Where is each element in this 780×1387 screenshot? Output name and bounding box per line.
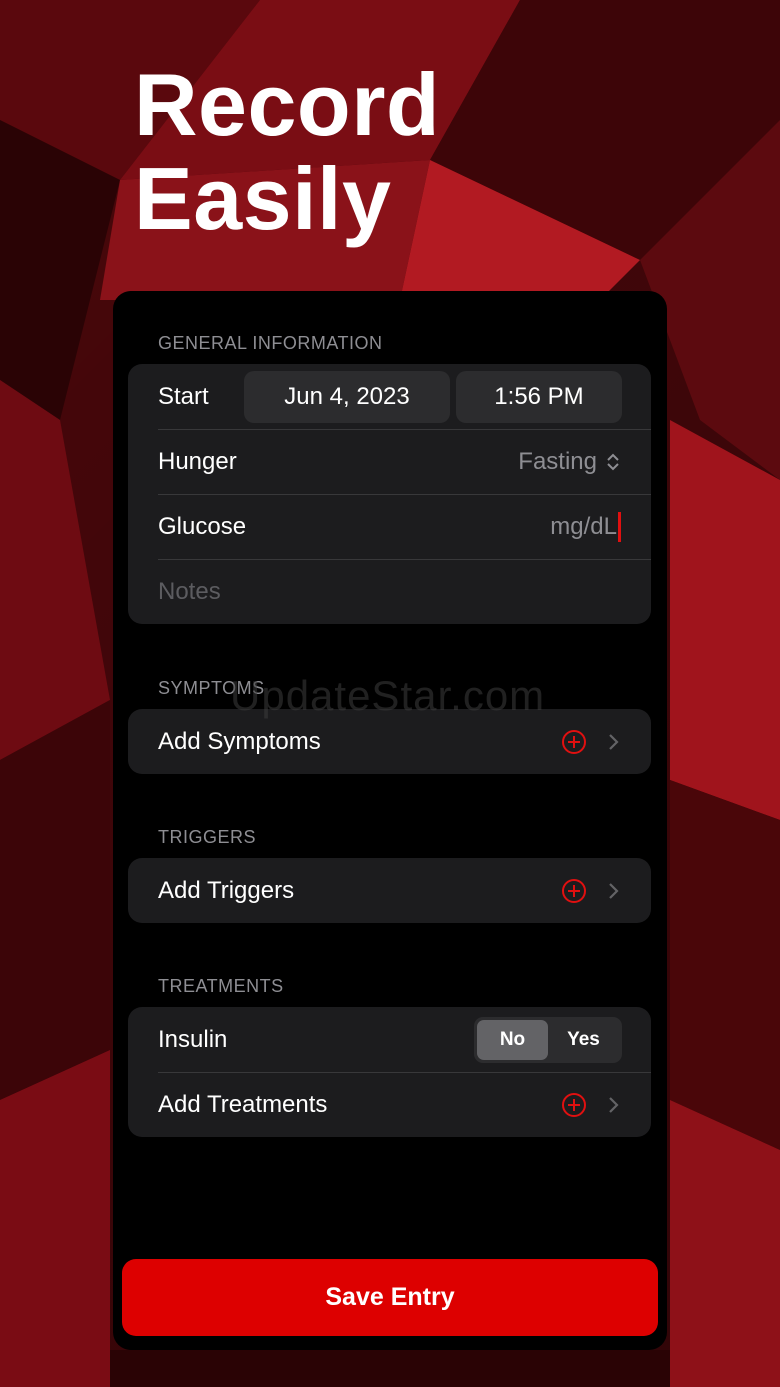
add-treatments-label: Add Treatments	[158, 1090, 328, 1118]
triggers-group: Add Triggers	[128, 858, 651, 923]
glucose-input[interactable]: mg/dL	[550, 511, 621, 542]
start-label: Start	[158, 382, 209, 410]
hunger-value: Fasting	[518, 447, 597, 475]
add-symptoms-label: Add Symptoms	[158, 727, 321, 755]
plus-circle-icon[interactable]	[561, 878, 587, 904]
insulin-option-no[interactable]: No	[477, 1019, 548, 1060]
glucose-row[interactable]: Glucose mg/dL	[128, 494, 651, 559]
watermark: UpdateStar.com	[230, 672, 546, 719]
insulin-segmented-control[interactable]: No Yes	[474, 1016, 622, 1063]
glucose-placeholder: mg/dL	[550, 512, 617, 540]
hunger-label: Hunger	[158, 447, 237, 475]
notes-placeholder: Notes	[158, 577, 221, 605]
add-triggers-row[interactable]: Add Triggers	[128, 858, 651, 923]
start-date-picker[interactable]: Jun 4, 2023	[244, 370, 450, 423]
notes-field[interactable]: Notes	[128, 559, 651, 624]
chevron-right-icon	[609, 1096, 619, 1113]
insulin-option-yes[interactable]: Yes	[548, 1020, 619, 1060]
start-time-picker[interactable]: 1:56 PM	[456, 370, 622, 423]
start-row: Start Jun 4, 2023 1:56 PM	[128, 364, 651, 429]
text-cursor	[618, 511, 621, 542]
plus-circle-icon[interactable]	[561, 729, 587, 755]
insulin-label: Insulin	[158, 1025, 228, 1053]
chevron-up-down-icon	[607, 453, 619, 470]
chevron-right-icon	[609, 733, 619, 750]
entry-form-screen: GENERAL INFORMATION Start Jun 4, 2023 1:…	[113, 291, 667, 1350]
section-header-triggers: TRIGGERS	[158, 827, 257, 847]
headline-line-2: Easily	[134, 149, 392, 248]
glucose-label: Glucose	[158, 512, 247, 540]
chevron-right-icon	[609, 882, 619, 899]
headline-line-1: Record	[134, 55, 441, 154]
headline: Record Easily	[134, 58, 440, 246]
plus-circle-icon[interactable]	[561, 1092, 587, 1118]
hunger-picker[interactable]: Fasting	[518, 448, 621, 476]
save-entry-button[interactable]: Save Entry	[122, 1259, 658, 1336]
section-header-general: GENERAL INFORMATION	[158, 333, 383, 353]
add-treatments-row[interactable]: Add Treatments	[128, 1072, 651, 1137]
hunger-row[interactable]: Hunger Fasting	[128, 429, 651, 494]
add-triggers-label: Add Triggers	[158, 876, 295, 904]
treatments-group: Insulin No Yes Add Treatments	[128, 1007, 651, 1137]
section-header-treatments: TREATMENTS	[158, 976, 284, 996]
insulin-row: Insulin No Yes	[128, 1007, 651, 1072]
general-information-group: Start Jun 4, 2023 1:56 PM Hunger Fasting…	[128, 364, 651, 624]
